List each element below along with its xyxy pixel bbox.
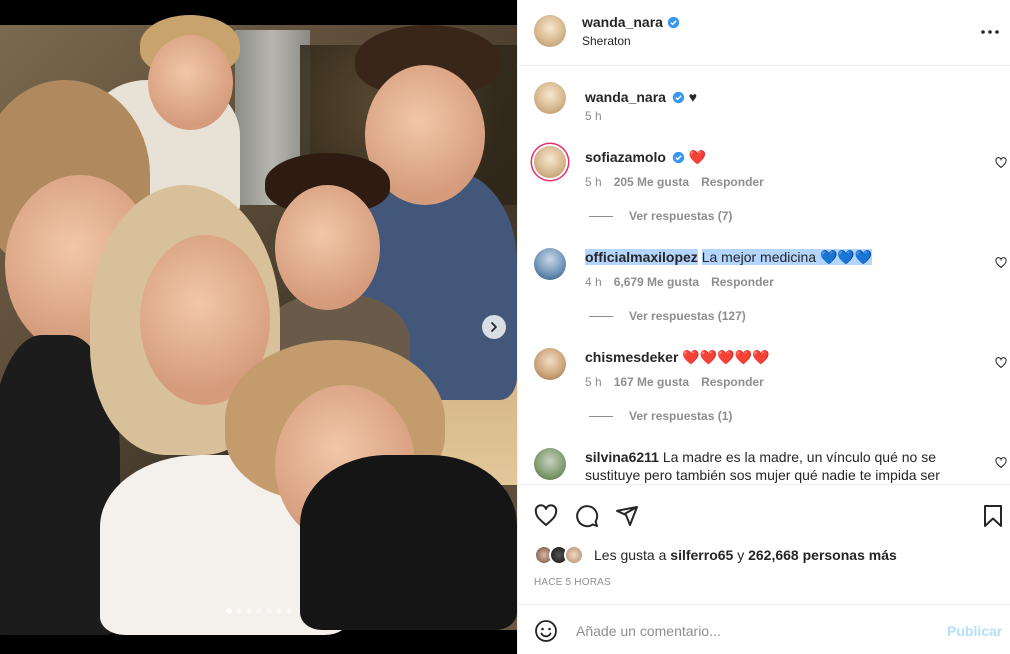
commenter-avatar[interactable] [534,448,566,480]
view-replies-button[interactable]: Ver respuestas (1) [589,409,732,423]
view-replies-label: Ver respuestas (1) [629,409,733,423]
publish-button[interactable]: Publicar [947,623,1002,639]
comment-icon[interactable] [575,504,599,528]
more-options-button[interactable] [978,20,1002,44]
post-side-panel: wanda_nara Sheraton wanda_nara ♥ 5 h sof… [517,0,1010,654]
likes-summary: Les gusta a silferro65 y 262,668 persona… [534,545,897,565]
likes-others[interactable]: 262,668 personas más [748,547,897,563]
comment-username[interactable]: chismesdeker [585,349,678,365]
heart-icon[interactable] [534,504,558,528]
post-header: wanda_nara Sheraton [518,0,1010,66]
share-icon[interactable] [615,504,639,528]
comment-like-heart-icon[interactable] [995,357,1007,369]
likes-prefix: Les gusta a [594,547,667,563]
comments-list[interactable]: wanda_nara ♥ 5 h sofiazamolo ❤️ 5 h 205 … [518,66,1010,484]
liker-avatar [564,545,584,565]
post-media [0,0,517,654]
commenter-avatar[interactable] [534,248,566,280]
comment-username[interactable]: sofiazamolo [585,149,666,165]
bookmark-icon[interactable] [981,504,1005,528]
view-replies-label: Ver respuestas (127) [629,309,746,323]
verified-badge-icon [667,16,680,28]
view-replies-label: Ver respuestas (7) [629,209,733,223]
liker-username[interactable]: silferro65 [670,547,733,563]
comment-likes-count[interactable]: 205 Me gusta [614,175,689,189]
reply-button[interactable]: Responder [701,375,764,389]
comment-likes-count[interactable]: 167 Me gusta [614,375,689,389]
add-comment-bar: Publicar [518,604,1010,654]
author-avatar[interactable] [534,15,566,47]
view-replies-button[interactable]: Ver respuestas (127) [589,309,746,323]
comment-time: 5 h [585,175,602,189]
post-photo [0,15,517,635]
carousel-dot [225,608,232,614]
carousel-dot [265,608,272,614]
verified-badge-icon [672,151,684,164]
comment-meta: 5 h 205 Me gusta Responder [585,175,764,189]
carousel-next-button[interactable] [482,315,506,339]
post-location[interactable]: Sheraton [582,34,631,48]
replies-rule [589,415,613,417]
carousel-indicator [0,608,517,614]
author-name-row: wanda_nara [582,14,680,30]
likes-joiner: y [737,547,745,563]
comment-like-heart-icon[interactable] [995,257,1007,269]
carousel-dot [255,608,262,614]
chevron-right-icon [491,322,497,332]
comment-like-heart-icon[interactable] [995,457,1007,469]
comment-time: 4 h [585,275,602,289]
carousel-dot [275,608,282,614]
comment-username[interactable]: officialmaxilopez [585,249,698,265]
comment-likes-count[interactable]: 6,679 Me gusta [614,275,699,289]
carousel-dot [285,608,292,614]
comment-meta: 4 h 6,679 Me gusta Responder [585,275,774,289]
comment-username[interactable]: silvina6211 [585,449,659,465]
comment-text: ❤️❤️❤️❤️❤️ [682,349,770,365]
comment-input[interactable] [574,618,938,644]
caption-time: 5 h [585,109,602,123]
reply-button[interactable]: Responder [701,175,764,189]
liker-avatars [534,545,588,565]
view-replies-button[interactable]: Ver respuestas (7) [589,209,732,223]
carousel-dot [235,608,242,614]
comment-like-heart-icon[interactable] [995,157,1007,169]
commenter-avatar[interactable] [534,146,566,178]
more-icon [981,30,999,34]
post-actions: Les gusta a silferro65 y 262,668 persona… [518,484,1010,604]
verified-badge-icon [672,91,685,104]
post-timestamp[interactable]: HACE 5 HORAS [534,577,611,588]
caption-meta: 5 h [585,109,602,123]
reply-button[interactable]: Responder [711,275,774,289]
person-shirt [300,455,517,630]
comment-meta: 5 h 167 Me gusta Responder [585,375,764,389]
caption-username[interactable]: wanda_nara [585,89,666,105]
emoji-icon[interactable] [534,619,558,643]
person-face [275,185,380,310]
carousel-dot [245,608,252,614]
replies-rule [589,315,613,317]
comment-text: ❤️ [688,149,707,165]
person-face [148,35,233,130]
replies-rule [589,215,613,217]
comment-time: 5 h [585,375,602,389]
caption-text: ♥ [688,89,698,105]
author-username[interactable]: wanda_nara [582,14,663,30]
comment-text: La mejor medicina 💙💙💙 [701,249,873,265]
author-avatar[interactable] [534,82,566,114]
commenter-avatar[interactable] [534,348,566,380]
